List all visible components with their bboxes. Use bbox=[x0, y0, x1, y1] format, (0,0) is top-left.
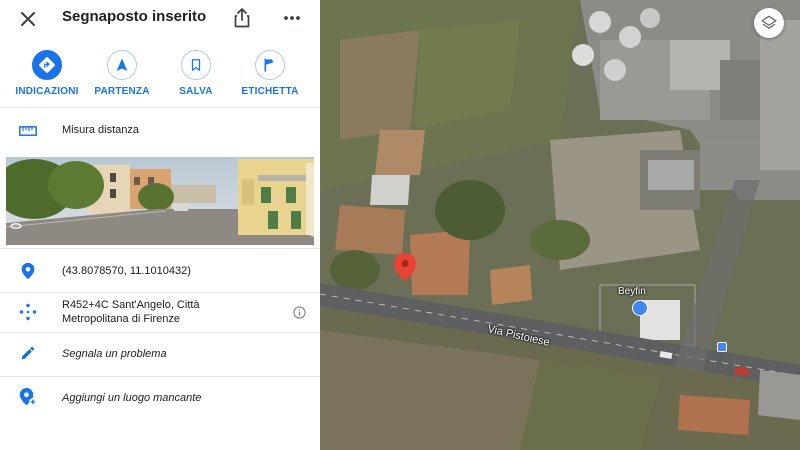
dropped-pin-icon[interactable] bbox=[393, 252, 417, 282]
more-options-icon[interactable] bbox=[280, 6, 304, 30]
navigation-arrow-icon bbox=[107, 50, 137, 80]
satellite-imagery bbox=[320, 0, 800, 450]
info-icon[interactable] bbox=[293, 306, 306, 319]
layers-icon bbox=[761, 15, 777, 29]
panel-header: Segnaposto inserito bbox=[0, 0, 320, 36]
add-missing-place-label: Aggiungi un luogo mancante bbox=[62, 392, 202, 404]
add-location-icon bbox=[17, 386, 39, 408]
directions-icon bbox=[32, 50, 62, 80]
map-layers-button[interactable] bbox=[754, 8, 784, 38]
page-title: Segnaposto inserito bbox=[62, 8, 207, 25]
location-pin-icon bbox=[17, 260, 39, 282]
start-label: PARTENZA bbox=[94, 86, 150, 97]
directions-button[interactable]: INDICAZIONI bbox=[7, 48, 87, 102]
coordinates-text: (43.8078570, 11.1010432) bbox=[62, 265, 191, 277]
gas-station-icon[interactable] bbox=[632, 300, 648, 316]
measure-distance-row[interactable]: Misura distanza bbox=[0, 118, 320, 144]
street-view-photo[interactable] bbox=[6, 157, 314, 245]
label-button[interactable]: ETICHETTA bbox=[230, 48, 310, 102]
divider bbox=[0, 248, 320, 249]
plus-code-icon bbox=[17, 301, 39, 323]
coordinates-row[interactable]: (43.8078570, 11.1010432) bbox=[0, 258, 320, 286]
plus-code-line-1: R452+4C Sant'Angelo, Città bbox=[62, 299, 200, 311]
measure-distance-label: Misura distanza bbox=[62, 124, 140, 136]
divider bbox=[0, 332, 320, 333]
bus-stop-icon[interactable] bbox=[717, 342, 727, 352]
add-missing-place-row[interactable]: Aggiungi un luogo mancante bbox=[0, 385, 320, 411]
divider bbox=[0, 292, 320, 293]
satellite-map[interactable]: Via Pistoiese Beyfin bbox=[320, 0, 800, 450]
close-icon[interactable] bbox=[16, 7, 40, 31]
place-panel: Segnaposto inserito INDICAZIONI PARTENZA… bbox=[0, 0, 320, 450]
report-problem-label: Segnala un problema bbox=[62, 348, 167, 360]
save-label: SALVA bbox=[179, 86, 213, 97]
plus-code-line-2: Metropolitana di Firenze bbox=[62, 313, 181, 325]
divider bbox=[0, 376, 320, 377]
label-label: ETICHETTA bbox=[241, 86, 299, 97]
divider bbox=[0, 107, 320, 108]
poi-label-beyfin[interactable]: Beyfin bbox=[618, 286, 646, 297]
action-buttons: INDICAZIONI PARTENZA SALVA ETICHETTA bbox=[0, 48, 320, 102]
directions-label: INDICAZIONI bbox=[15, 86, 79, 97]
save-button[interactable]: SALVA bbox=[156, 48, 236, 102]
share-icon[interactable] bbox=[230, 6, 254, 30]
start-button[interactable]: PARTENZA bbox=[82, 48, 162, 102]
bookmark-icon bbox=[181, 50, 211, 80]
report-problem-row[interactable]: Segnala un problema bbox=[0, 341, 320, 367]
flag-icon bbox=[255, 50, 285, 80]
ruler-icon bbox=[17, 120, 39, 142]
plus-code-row[interactable]: R452+4C Sant'Angelo, Città Metropolitana… bbox=[0, 297, 320, 329]
pencil-icon bbox=[17, 342, 39, 364]
